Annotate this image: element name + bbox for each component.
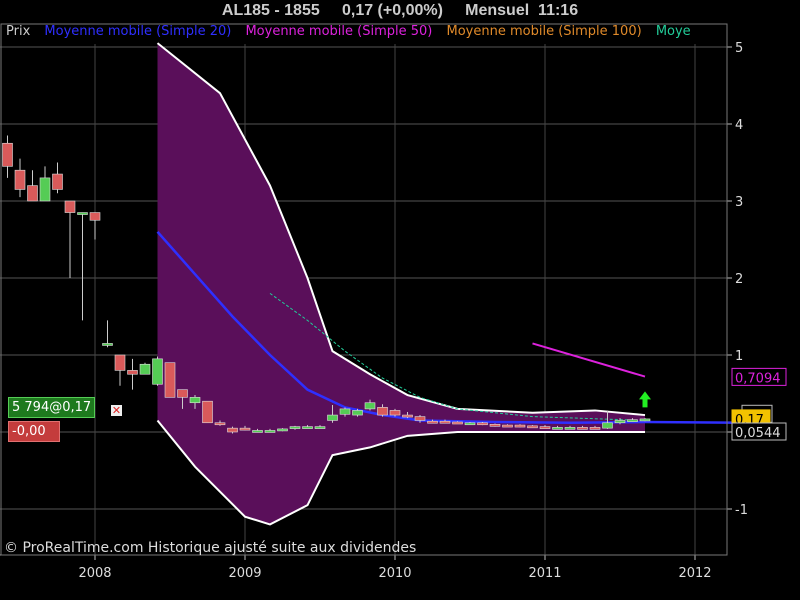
- candle-body: [539, 426, 551, 429]
- y-tick-label: -1: [735, 503, 748, 518]
- candle-body: [377, 407, 388, 416]
- candle-body: [389, 410, 401, 416]
- candle-body: [214, 422, 226, 426]
- legend-item-price[interactable]: Prix: [6, 24, 30, 39]
- candle-body: [227, 427, 238, 433]
- change-label: -0,00: [12, 424, 46, 439]
- change-panel: -0,00: [8, 421, 60, 442]
- candle-body: [552, 427, 563, 430]
- candle-body: [277, 428, 288, 432]
- candle-body: [102, 343, 113, 346]
- candle-body: [402, 414, 413, 418]
- candle-body: [127, 370, 138, 375]
- candle-body: [164, 362, 176, 398]
- candle-body: [614, 420, 626, 424]
- price-chart[interactable]: -101234520082009201020112012 0,70941460,…: [0, 0, 800, 600]
- x-tick-label: 2010: [378, 566, 411, 581]
- candle-body: [327, 414, 338, 421]
- legend-item-ma50[interactable]: Moyenne mobile (Simple 50): [245, 24, 432, 39]
- candle-body: [564, 427, 576, 430]
- candle-body: [202, 400, 213, 424]
- x-tick-label: 2008: [78, 566, 111, 581]
- candle-body: [302, 426, 313, 429]
- candle-body: [139, 363, 151, 375]
- x-tick-label: 2011: [528, 566, 561, 581]
- y-tick-label: 4: [735, 118, 743, 133]
- candle-body: [64, 200, 76, 213]
- candle-body: [52, 173, 63, 190]
- candle-body: [177, 389, 188, 398]
- close-icon[interactable]: ✕: [111, 405, 122, 416]
- y-tick-label: 2: [735, 272, 743, 287]
- candle-body: [314, 426, 326, 429]
- y-tick-label: 1: [735, 349, 743, 364]
- candle-body: [89, 212, 101, 221]
- candle-body: [439, 420, 451, 424]
- order-quantity-panel[interactable]: 5 794@0,17: [8, 397, 96, 418]
- candle-body: [14, 169, 26, 190]
- candle-body: [264, 430, 276, 433]
- chart-background: [0, 0, 800, 600]
- candle-body: [152, 358, 163, 385]
- candle-body: [602, 422, 613, 429]
- candle-body: [527, 425, 538, 429]
- candle-body: [114, 354, 126, 371]
- candle-body: [589, 427, 601, 430]
- candle-body: [239, 427, 251, 431]
- candle-body: [352, 410, 363, 416]
- candle-body: [464, 422, 476, 426]
- candle-body: [39, 177, 51, 202]
- price-tag-label-ma50: 0,7094: [735, 371, 781, 386]
- legend: Prix Moyenne mobile (Simple 20) Moyenne …: [6, 24, 701, 39]
- candle-body: [577, 427, 588, 430]
- legend-item-ma20[interactable]: Moyenne mobile (Simple 20): [44, 24, 231, 39]
- candle-body: [364, 402, 376, 410]
- candle-body: [2, 142, 13, 167]
- candle-body: [514, 424, 526, 428]
- candle-body: [427, 420, 438, 424]
- order-quantity-label: 5 794@0,17: [12, 400, 92, 415]
- candle-body: [477, 422, 488, 426]
- candle-body: [252, 430, 263, 433]
- candle-body: [77, 212, 88, 215]
- x-tick-label: 2009: [228, 566, 261, 581]
- chart-title: AL185 - 1855 0,17 (+0,00%) Mensuel 11:16: [221, 2, 579, 19]
- legend-item-more[interactable]: Moye: [656, 24, 691, 39]
- candle-body: [502, 424, 513, 428]
- candle-body: [189, 397, 201, 404]
- price-tag-label-ma100_partial: 0,0544: [735, 426, 781, 441]
- candle-body: [489, 423, 501, 427]
- y-tick-label: 3: [735, 195, 743, 210]
- y-tick-label: 5: [735, 41, 743, 56]
- candle-body: [627, 419, 638, 422]
- candle-body: [27, 185, 38, 202]
- copyright-footer: © ProRealTime.com Historique ajusté suit…: [4, 540, 417, 556]
- candle-body: [339, 408, 351, 415]
- candle-body: [414, 416, 426, 421]
- legend-item-ma100[interactable]: Moyenne mobile (Simple 100): [447, 24, 642, 39]
- x-tick-label: 2012: [678, 566, 711, 581]
- candle-body: [289, 426, 301, 429]
- candle-body: [452, 421, 463, 425]
- candle-body: [639, 418, 651, 422]
